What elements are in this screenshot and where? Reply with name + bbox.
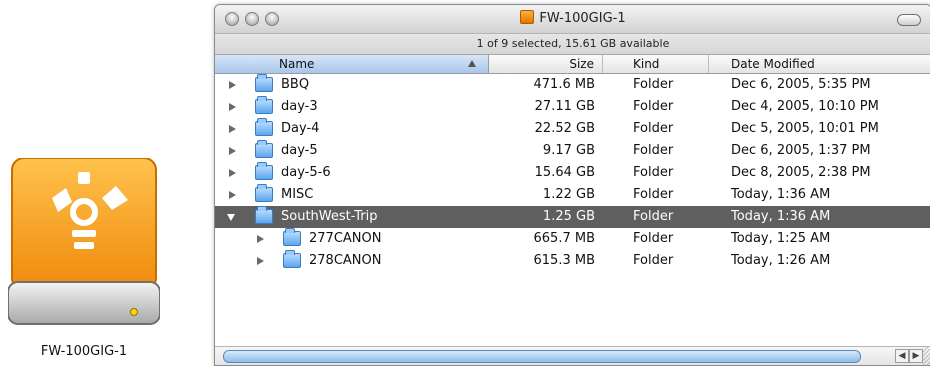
file-list: BBQ 471.6 MB Folder Dec 6, 2005, 5:35 PM… [215, 74, 930, 272]
folder-icon [255, 206, 273, 224]
title-bar[interactable]: FW-100GIG-1 [215, 5, 930, 34]
file-row[interactable]: BBQ 471.6 MB Folder Dec 6, 2005, 5:35 PM [215, 74, 930, 96]
column-header-name-label: Name [279, 57, 315, 71]
sort-ascending-icon [468, 60, 476, 67]
file-size: 22.52 GB [534, 121, 595, 136]
column-header-kind[interactable]: Kind [603, 55, 709, 73]
file-name: SouthWest-Trip [281, 209, 378, 224]
column-header-date-modified[interactable]: Date Modified [709, 55, 930, 73]
file-size: 27.11 GB [534, 99, 595, 114]
folder-icon [255, 184, 273, 202]
scroll-left-icon[interactable]: ◀ [895, 349, 909, 363]
file-size: 471.6 MB [533, 77, 595, 92]
file-date: Today, 1:26 AM [731, 253, 831, 268]
file-name: day-3 [281, 99, 318, 114]
folder-icon [283, 228, 301, 246]
file-name: day-5 [281, 143, 318, 158]
file-date: Today, 1:36 AM [731, 187, 831, 202]
disclosure-triangle-icon[interactable] [229, 147, 236, 155]
file-row[interactable]: day-5 9.17 GB Folder Dec 6, 2005, 1:37 P… [215, 140, 930, 162]
file-date: Dec 5, 2005, 10:01 PM [731, 121, 879, 136]
file-name: BBQ [281, 77, 310, 92]
file-size: 1.22 GB [542, 187, 595, 202]
disclosure-triangle-icon[interactable] [229, 169, 236, 177]
disclosure-triangle-icon[interactable] [229, 81, 236, 89]
file-name: day-5-6 [281, 165, 331, 180]
file-row[interactable]: MISC 1.22 GB Folder Today, 1:36 AM [215, 184, 930, 206]
toolbar-toggle-button[interactable] [897, 14, 921, 26]
resize-grip-icon[interactable] [923, 347, 930, 365]
file-kind: Folder [633, 121, 674, 136]
finder-window: FW-100GIG-1 1 of 9 selected, 15.61 GB av… [214, 4, 930, 366]
folder-icon [255, 74, 273, 92]
window-title: FW-100GIG-1 [539, 11, 626, 26]
scroll-right-icon[interactable]: ▶ [909, 349, 923, 363]
disclosure-triangle-icon[interactable] [257, 235, 264, 243]
status-bar: 1 of 9 selected, 15.61 GB available [215, 34, 930, 55]
file-kind: Folder [633, 165, 674, 180]
file-name: MISC [281, 187, 314, 202]
firewire-drive-icon[interactable] [8, 158, 160, 338]
file-row-child[interactable]: 277CANON 665.7 MB Folder Today, 1:25 AM [215, 228, 930, 250]
file-name: 277CANON [309, 231, 382, 246]
file-name: 278CANON [309, 253, 382, 268]
file-size: 9.17 GB [542, 143, 595, 158]
disclosure-triangle-icon[interactable] [229, 191, 236, 199]
disclosure-triangle-icon[interactable] [257, 257, 264, 265]
file-row[interactable]: day-5-6 15.64 GB Folder Dec 8, 2005, 2:3… [215, 162, 930, 184]
folder-icon [255, 118, 273, 136]
file-row-selected[interactable]: SouthWest-Trip 1.25 GB Folder Today, 1:3… [215, 206, 930, 228]
column-header-name[interactable]: Name [215, 55, 489, 73]
file-size: 615.3 MB [533, 253, 595, 268]
file-size: 1.25 GB [542, 209, 595, 224]
file-kind: Folder [633, 253, 674, 268]
scrollbar-thumb[interactable] [223, 350, 861, 363]
file-row[interactable]: Day-4 22.52 GB Folder Dec 5, 2005, 10:01… [215, 118, 930, 140]
file-date: Today, 1:36 AM [731, 209, 831, 224]
file-date: Dec 4, 2005, 10:10 PM [731, 99, 879, 114]
folder-icon [283, 250, 301, 268]
folder-icon [255, 140, 273, 158]
drive-label[interactable]: FW-100GIG-1 [0, 344, 168, 359]
window-title-wrap: FW-100GIG-1 [215, 10, 930, 26]
disclosure-triangle-icon[interactable] [229, 125, 236, 133]
folder-icon [255, 162, 273, 180]
folder-icon [255, 96, 273, 114]
horizontal-scrollbar[interactable]: ◀ ▶ [215, 346, 930, 365]
file-name: Day-4 [281, 121, 320, 136]
file-kind: Folder [633, 231, 674, 246]
file-kind: Folder [633, 187, 674, 202]
file-kind: Folder [633, 77, 674, 92]
drive-title-icon [520, 10, 535, 24]
disclosure-triangle-open-icon[interactable] [227, 214, 235, 221]
column-header-size[interactable]: Size [489, 55, 603, 73]
file-date: Today, 1:25 AM [731, 231, 831, 246]
file-kind: Folder [633, 143, 674, 158]
disclosure-triangle-icon[interactable] [229, 103, 236, 111]
column-headers: Name Size Kind Date Modified [215, 55, 930, 74]
file-kind: Folder [633, 99, 674, 114]
file-date: Dec 6, 2005, 5:35 PM [731, 77, 871, 92]
file-kind: Folder [633, 209, 674, 224]
file-date: Dec 8, 2005, 2:38 PM [731, 165, 871, 180]
file-date: Dec 6, 2005, 1:37 PM [731, 143, 871, 158]
file-size: 665.7 MB [533, 231, 595, 246]
file-row-child[interactable]: 278CANON 615.3 MB Folder Today, 1:26 AM [215, 250, 930, 272]
file-size: 15.64 GB [534, 165, 595, 180]
file-row[interactable]: day-3 27.11 GB Folder Dec 4, 2005, 10:10… [215, 96, 930, 118]
